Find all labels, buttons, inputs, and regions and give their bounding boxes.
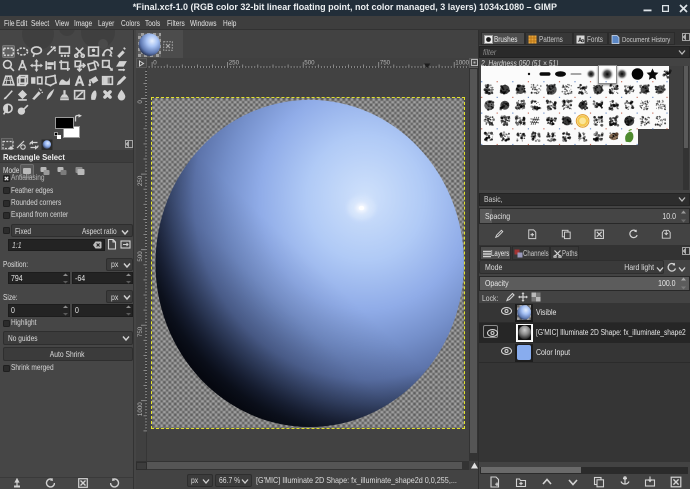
svg-text:0: 0 (137, 100, 144, 104)
svg-text:250: 250 (228, 59, 239, 66)
svg-text:750: 750 (137, 326, 144, 337)
svg-text:500: 500 (137, 251, 144, 262)
svg-text:500: 500 (304, 59, 315, 66)
svg-text:750: 750 (379, 59, 390, 66)
svg-text:1000: 1000 (455, 59, 469, 66)
svg-text:0: 0 (153, 59, 157, 66)
svg-text:1000: 1000 (137, 402, 144, 416)
svg-text:250: 250 (137, 175, 144, 186)
